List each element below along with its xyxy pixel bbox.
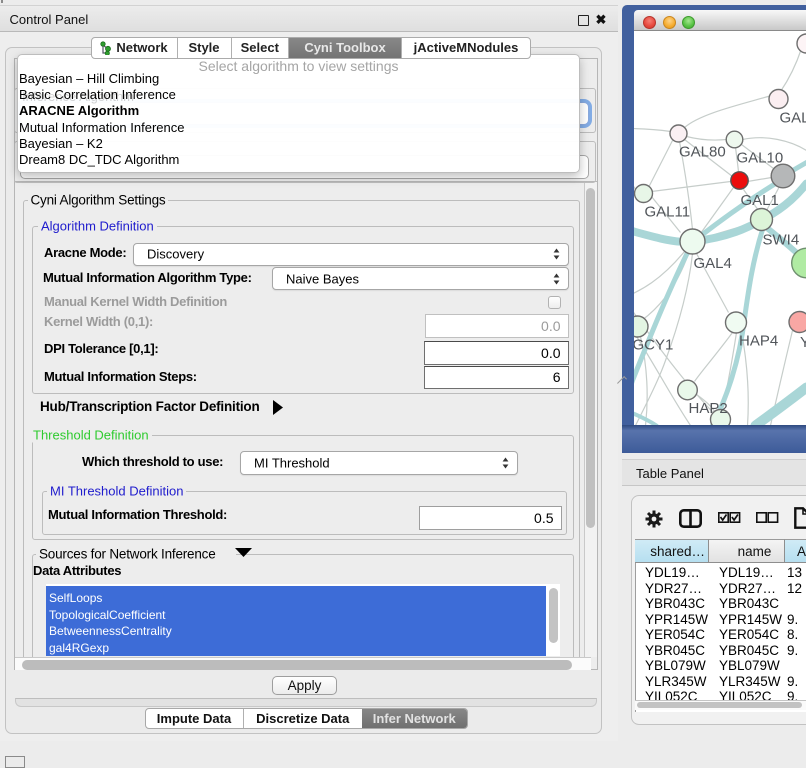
svg-text:GAL8: GAL8 [779,109,806,126]
svg-text:HAP2: HAP2 [688,400,727,417]
svg-text:GAL11: GAL11 [644,203,690,220]
svg-text:GCY1: GCY1 [634,336,673,353]
svg-text:HAP4: HAP4 [739,332,778,349]
svg-text:SWI4: SWI4 [762,231,799,248]
svg-text:GAL80: GAL80 [679,143,726,160]
svg-text:GAL1: GAL1 [740,192,778,209]
svg-text:GAL10: GAL10 [736,149,783,166]
svg-text:GAL4: GAL4 [693,255,731,272]
svg-text:Y: Y [800,334,806,351]
